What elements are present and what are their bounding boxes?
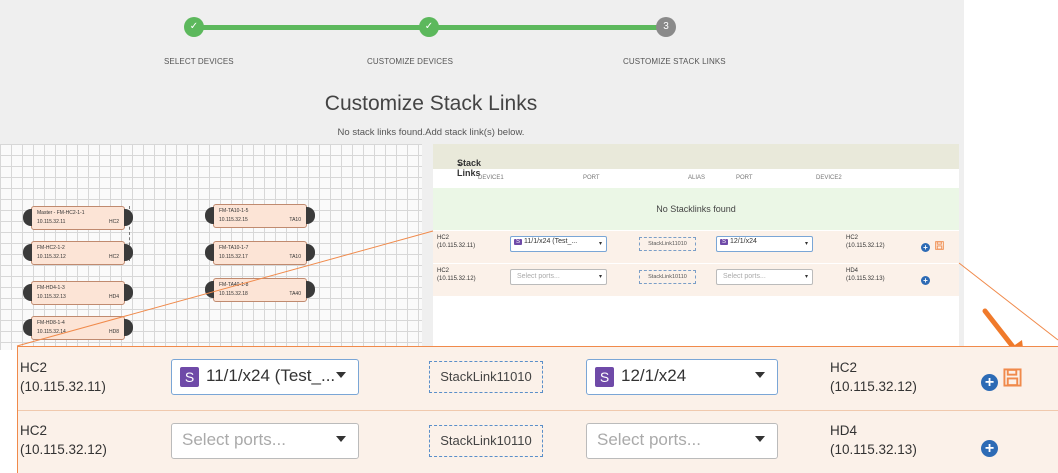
caret-down-icon: [755, 372, 765, 378]
caret-down-icon: [336, 372, 346, 378]
port2-select[interactable]: Select ports...: [586, 423, 778, 459]
port2-placeholder: Select ports...: [597, 430, 701, 449]
device1-cell: HC2 (10.115.32.11): [20, 360, 106, 394]
alias-input[interactable]: StackLink10110: [429, 425, 543, 457]
stack-badge: S: [180, 367, 199, 387]
zoomed-stack-links: HC2 (10.115.32.11) S 11/1/x24 (Test_... S…: [17, 346, 1058, 473]
plus-circle-icon[interactable]: +: [981, 440, 998, 457]
port1-select[interactable]: Select ports...: [171, 423, 359, 459]
device2-cell: HC2 (10.115.32.12): [830, 360, 917, 394]
port2-value: 12/1/x24: [621, 366, 687, 385]
port2-select[interactable]: S 12/1/x24: [586, 359, 778, 395]
stack-link-row: HC2 (10.115.32.12) Select ports... StackL…: [18, 411, 1058, 473]
port1-placeholder: Select ports...: [182, 430, 286, 449]
alias-input[interactable]: StackLink11010: [429, 361, 543, 393]
device1-cell: HC2 (10.115.32.12): [20, 423, 107, 457]
caret-down-icon: [336, 436, 346, 442]
stack-badge: S: [595, 367, 614, 387]
caret-down-icon: [755, 436, 765, 442]
plus-circle-icon[interactable]: +: [981, 374, 998, 391]
port1-select[interactable]: S 11/1/x24 (Test_...: [171, 359, 359, 395]
save-icon[interactable]: [1003, 368, 1022, 387]
device2-cell: HD4 (10.115.32.13): [830, 423, 917, 457]
port1-value: 11/1/x24 (Test_...: [206, 366, 336, 385]
stack-link-row: HC2 (10.115.32.11) S 11/1/x24 (Test_... S…: [18, 347, 1058, 410]
